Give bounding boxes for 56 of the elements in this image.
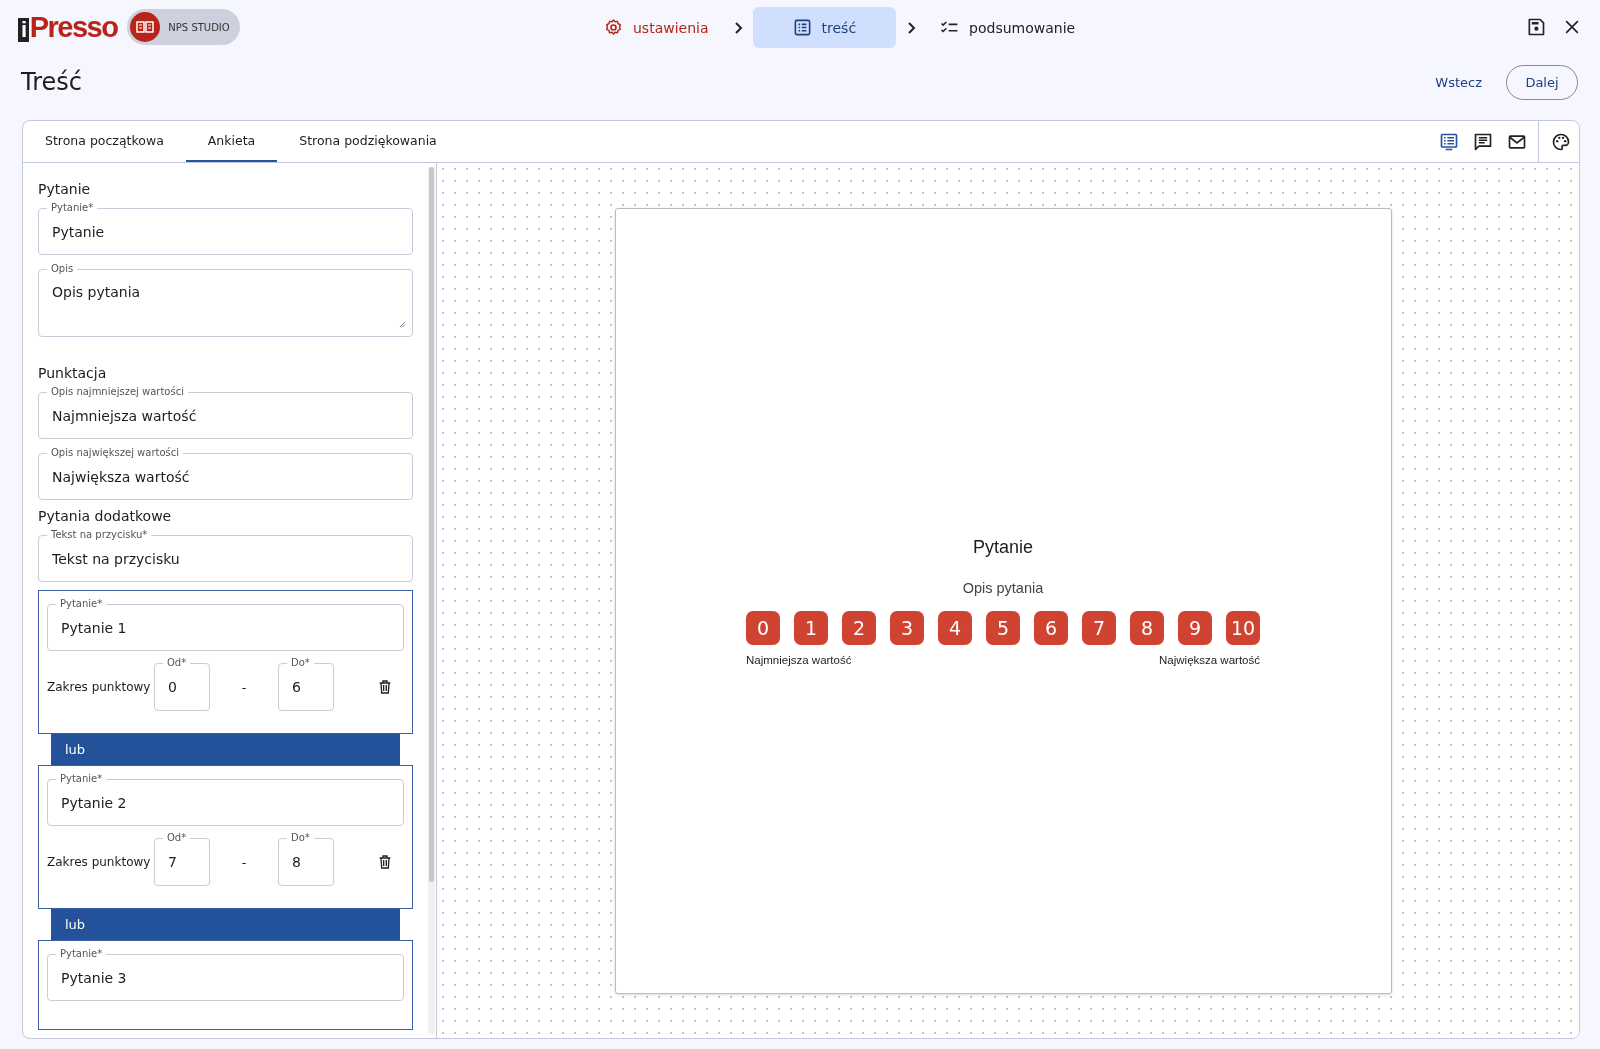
score-button[interactable]: 4 [938, 610, 972, 645]
field-label: Do* [287, 657, 314, 669]
score-button[interactable]: 1 [794, 610, 828, 645]
score-button[interactable]: 7 [1082, 610, 1116, 645]
tab[interactable]: Ankieta [185, 121, 278, 162]
field-label: Pytanie* [56, 598, 107, 610]
range-dash: - [240, 679, 248, 695]
max-label: Największa wartość [1159, 653, 1260, 666]
field-label: Opis [47, 263, 78, 275]
field-label: Opis najmniejszej wartości [47, 386, 188, 398]
score-button[interactable]: 9 [1178, 610, 1212, 645]
score-button[interactable]: 2 [842, 610, 876, 645]
page-title: Treść [21, 68, 82, 96]
book-icon [130, 12, 161, 42]
gear-icon [604, 18, 623, 37]
step-tab[interactable]: treść [752, 7, 897, 48]
step-tab[interactable]: ustawienia [590, 7, 723, 48]
range-label: Zakres punktowy [47, 855, 152, 869]
resize-handle-icon[interactable] [399, 321, 406, 328]
field-label: Od* [163, 657, 191, 669]
field-label: Tekst na przycisku* [47, 529, 152, 541]
score-button[interactable]: 3 [890, 610, 924, 645]
step-tab[interactable]: podsumowanie [926, 7, 1090, 48]
comment-icon[interactable] [1473, 131, 1493, 152]
chevron-icon [906, 20, 917, 35]
list-icon [792, 18, 812, 37]
min-label: Najmniejsza wartość [746, 653, 852, 666]
trash-icon[interactable] [377, 854, 393, 870]
section-title: Punktacja [38, 365, 108, 381]
range-dash: - [240, 854, 248, 870]
tab[interactable]: Strona podziękowania [277, 121, 459, 162]
section-title: Pytania dodatkowe [38, 508, 173, 524]
field-label: Opis największej wartości [47, 447, 184, 459]
field-label: Od* [163, 832, 191, 844]
score-button[interactable]: 5 [986, 610, 1020, 645]
preview-question: Pytanie [972, 536, 1033, 558]
trash-icon[interactable] [377, 679, 393, 695]
form-icon[interactable] [1439, 131, 1459, 152]
field-label: Pytanie* [47, 202, 98, 214]
field-label: Pytanie* [56, 948, 107, 960]
score-button[interactable]: 6 [1034, 610, 1068, 645]
score-button[interactable]: 8 [1130, 610, 1164, 645]
tab[interactable]: Strona początkowa [23, 121, 186, 162]
palette-icon[interactable] [1551, 131, 1571, 152]
score-button[interactable]: 10 [1226, 610, 1260, 645]
back-button[interactable]: Wstecz [1429, 68, 1488, 96]
score-button[interactable]: 0 [746, 610, 780, 645]
workspace-badge[interactable]: NPS STUDIO [127, 9, 240, 45]
field-label: Do* [287, 832, 314, 844]
field-label: Pytanie* [56, 773, 107, 785]
range-label: Zakres punktowy [47, 680, 152, 694]
chevron-icon [732, 20, 743, 35]
logo: i Presso [18, 12, 118, 42]
save-icon[interactable] [1526, 17, 1546, 37]
section-title: Pytanie [38, 181, 92, 197]
preview-description: Opis pytania [962, 579, 1044, 596]
